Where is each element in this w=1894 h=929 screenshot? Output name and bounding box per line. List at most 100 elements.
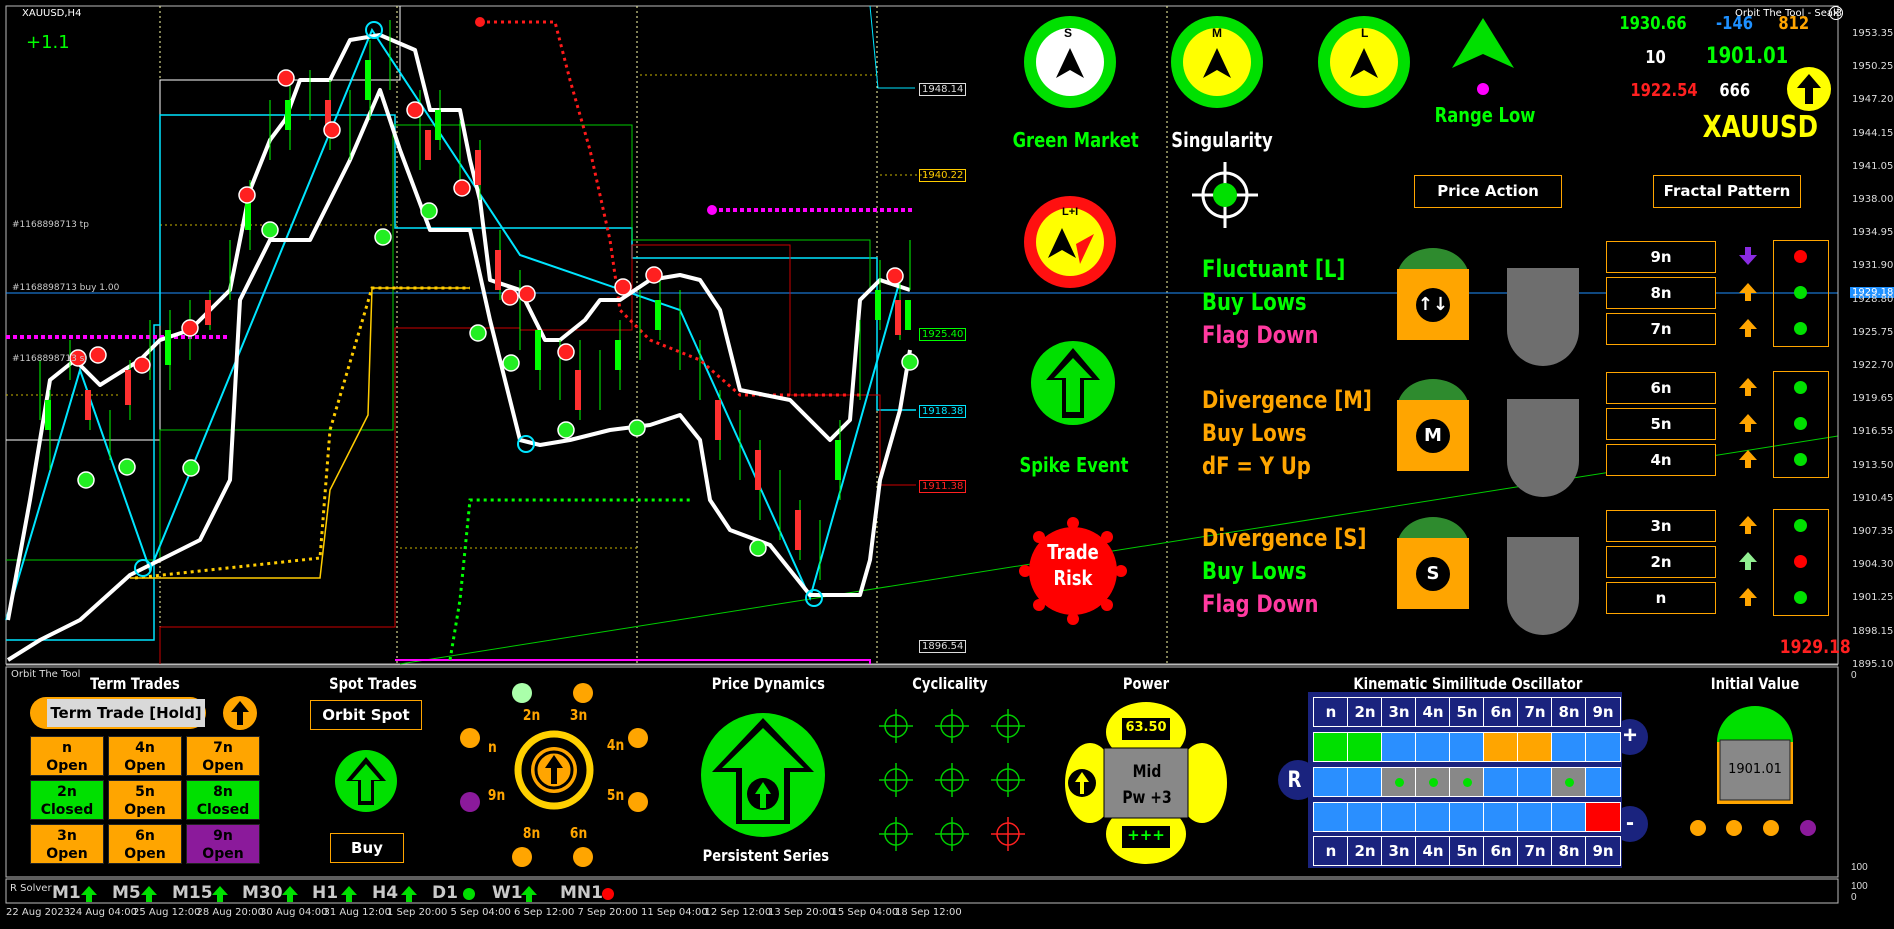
stat-delta: -146 [1716,13,1753,34]
kso-cell[interactable] [1313,767,1349,797]
kso-cell[interactable] [1483,732,1519,762]
trade-cell-status: Closed [40,802,94,818]
price-action-button[interactable]: Price Action [1414,175,1562,208]
kso-cell[interactable] [1449,802,1485,832]
trade-cell[interactable]: 2n Closed [30,780,104,820]
kso-cell[interactable] [1381,732,1417,762]
orbit-dial-icon [460,683,648,867]
kso-cell[interactable] [1415,802,1451,832]
kso-cell[interactable] [1347,732,1383,762]
up-arrow-icon [400,885,418,903]
group-text-line: dF = Y Up [1202,452,1311,480]
symbol-label: XAUUSD,H4 [22,8,82,19]
level-cell[interactable]: 6n [1606,372,1716,404]
kso-cell[interactable] [1381,802,1417,832]
kso-cell[interactable] [1517,802,1553,832]
timeframe-label[interactable]: M1 [52,883,81,903]
kso-cell[interactable] [1585,732,1621,762]
kso-footer-cell: 3n [1381,836,1417,866]
timeframe-label[interactable]: MN1 [560,883,603,903]
trade-cell[interactable]: 6n Open [108,824,182,864]
trade-cell-status: Open [124,846,166,862]
kso-header-cell: 6n [1483,697,1519,727]
kso-footer-cell: 4n [1415,836,1451,866]
trade-cell-status: Open [202,846,244,862]
kso-cell[interactable] [1449,732,1485,762]
ratio-label: +1.1 [26,32,70,53]
kso-cell[interactable] [1585,767,1621,797]
level-cell[interactable]: n [1606,582,1716,614]
trade-cell[interactable]: n Open [30,736,104,776]
orbit-label-4n: 4n [606,736,625,754]
kso-header-cell: 8n [1551,697,1587,727]
status-led [1794,381,1807,394]
gauge-s-label: Green Market [1012,128,1139,152]
timeframe-label[interactable]: W1 [492,883,523,903]
kso-header-cell: 4n [1415,697,1451,727]
orbit-spot-button[interactable]: Orbit Spot [310,700,422,730]
stat-mid: 1901.01 [1706,44,1789,69]
price-tick: 1922.70 [1852,360,1894,371]
level-cell[interactable]: 9n [1606,241,1716,273]
trade-cell[interactable]: 8n Closed [186,780,260,820]
kso-cell[interactable] [1415,732,1451,762]
price-tick: 1895.10 [1852,658,1894,670]
kso-cell[interactable] [1517,767,1553,797]
level-cell[interactable]: 5n [1606,408,1716,440]
level-cell[interactable]: 3n [1606,510,1716,542]
trade-cell[interactable]: 7n Open [186,736,260,776]
timeframe-label[interactable]: H1 [312,883,338,903]
trade-cell[interactable]: 3n Open [30,824,104,864]
group-badge-letter: S [1426,563,1440,584]
buy-button[interactable]: Buy [330,833,404,863]
kso-cell[interactable] [1347,767,1383,797]
kso-footer-cell: 5n [1449,836,1485,866]
kso-cell[interactable] [1347,802,1383,832]
timeframe-label[interactable]: M5 [112,883,141,903]
kso-cell[interactable] [1551,767,1587,797]
trade-cell-status: Open [202,758,244,774]
trade-cell[interactable]: 4n Open [108,736,182,776]
up-arrow-icon [211,885,229,903]
time-label: 12 Sep 12:00 [704,907,772,918]
kso-cell[interactable] [1415,767,1451,797]
level-cell[interactable]: 8n [1606,277,1716,309]
group-tab [1507,399,1579,497]
price-tick: 1901.25 [1852,592,1894,604]
price-tick: 1919.65 [1852,393,1894,405]
timeframe-label[interactable]: M15 [172,883,213,903]
kso-cell[interactable] [1381,767,1417,797]
price-dynamics-title: Price Dynamics [711,674,825,693]
close-icon[interactable]: ✕ [1829,6,1843,20]
trade-cell[interactable]: 9n Open [186,824,260,864]
arrow-icon [1737,281,1759,303]
power-plus: +++ [1127,826,1165,844]
trade-cell[interactable]: 5n Open [108,780,182,820]
gauge-s-letter: S [1064,26,1073,40]
level-cell[interactable]: 4n [1606,444,1716,476]
level-cell[interactable]: 7n [1606,313,1716,345]
kso-cell[interactable] [1483,767,1519,797]
group-text-line: Buy Lows [1202,557,1307,585]
kso-header-cell: n [1313,697,1349,727]
solver-scale-0: 0 [1851,892,1857,903]
kso-cell[interactable] [1551,802,1587,832]
timeframe-label[interactable]: M30 [242,883,283,903]
group-badge [1397,242,1469,340]
kso-cell[interactable] [1313,802,1349,832]
term-trade-hold-label[interactable]: Term Trade [Hold] [47,699,205,727]
kso-cell[interactable] [1585,802,1621,832]
time-label: 31 Aug 12:00 [323,907,391,918]
kso-cell[interactable] [1517,732,1553,762]
kso-header-cell: 5n [1449,697,1485,727]
timeframe-label[interactable]: H4 [372,883,398,903]
level-cell[interactable]: 2n [1606,546,1716,578]
fractal-pattern-button[interactable]: Fractal Pattern [1653,175,1801,208]
timeframe-label[interactable]: D1 [432,883,458,903]
kso-cell[interactable] [1313,732,1349,762]
trade-cell-number: 8n [213,784,233,800]
kso-cell[interactable] [1483,802,1519,832]
kso-cell[interactable] [1449,767,1485,797]
kso-cell[interactable] [1551,732,1587,762]
kso-r-label[interactable]: R [1288,768,1302,793]
